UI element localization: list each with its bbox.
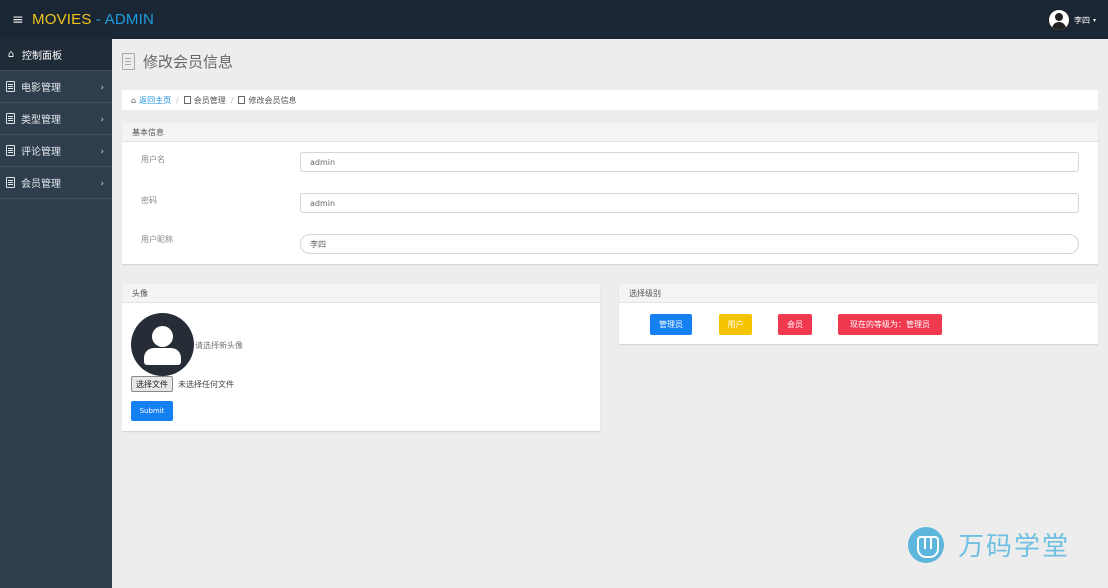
watermark: 万码学堂: [908, 526, 1070, 563]
username-label: 用户名: [141, 155, 165, 164]
avatar-image: [131, 313, 194, 376]
document-edit-icon: [238, 96, 246, 104]
home-icon: ⌂: [131, 95, 137, 105]
sidebar-item-label: 控制面板: [22, 51, 62, 62]
sidebar-item-comments[interactable]: 评论管理 ›: [0, 135, 112, 167]
breadcrumb-item-members[interactable]: 会员管理: [194, 95, 226, 106]
current-level-badge: 现在的等级为：管理员: [838, 314, 942, 335]
brand-primary: MOVIES: [32, 11, 92, 28]
password-field[interactable]: admin: [300, 193, 1079, 213]
brand-logo[interactable]: MOVIES - ADMIN: [32, 11, 154, 28]
caret-down-icon[interactable]: ▾: [1093, 17, 1096, 24]
sidebar-item-label: 会员管理: [21, 179, 61, 190]
submit-button[interactable]: Submit: [131, 401, 173, 421]
chevron-right-icon: ›: [100, 179, 104, 189]
panel-heading: 头像: [122, 284, 600, 303]
watermark-text: 万码学堂: [958, 532, 1071, 562]
chevron-right-icon: ›: [100, 115, 104, 125]
sidebar-item-dashboard[interactable]: ⌂ 控制面板: [0, 39, 112, 71]
nickname-label: 用户昵称: [141, 235, 173, 244]
panel-heading: 选择级别: [619, 284, 1098, 303]
user-avatar-icon[interactable]: [1047, 9, 1070, 31]
watermark-logo-icon: [908, 526, 944, 563]
chevron-right-icon: ›: [100, 83, 104, 93]
level-user-button[interactable]: 用户: [719, 314, 752, 335]
sidebar-item-members[interactable]: 会员管理 ›: [0, 167, 112, 199]
panel-heading: 基本信息: [122, 123, 1098, 142]
choose-file-button[interactable]: 选择文件: [131, 376, 173, 392]
page-title: 修改会员信息: [122, 51, 233, 72]
basic-info-panel: 基本信息 用户名 admin 密码 admin 用户昵称 李四: [122, 123, 1098, 264]
page-title-text: 修改会员信息: [143, 53, 234, 71]
avatar-hint: 请选择新头像: [195, 341, 243, 350]
breadcrumb-item-current: 修改会员信息: [248, 95, 297, 105]
username-field[interactable]: admin: [300, 152, 1079, 172]
document-icon: [6, 81, 15, 92]
sidebar-item-movies[interactable]: 电影管理 ›: [0, 71, 112, 103]
breadcrumb-separator: /: [176, 95, 179, 105]
breadcrumb-separator: /: [230, 95, 234, 105]
password-label: 密码: [141, 196, 157, 205]
document-icon: [6, 177, 15, 188]
sidebar-item-label: 评论管理: [21, 147, 61, 158]
brand-separator: -: [91, 11, 105, 28]
breadcrumb: ⌂ 返回主页 / 会员管理 / 修改会员信息: [122, 90, 1098, 110]
nickname-field[interactable]: 李四: [300, 234, 1079, 254]
main-content: 修改会员信息 ⌂ 返回主页 / 会员管理 / 修改会员信息 基本信息 用户名 a…: [112, 39, 1108, 588]
level-admin-button[interactable]: 管理员: [650, 314, 692, 335]
sidebar-item-types[interactable]: 类型管理 ›: [0, 103, 112, 135]
menu-icon[interactable]: ≡: [12, 12, 26, 28]
top-navbar: ≡ MOVIES - ADMIN 李四 ▾: [0, 0, 1108, 39]
user-name[interactable]: 李四: [1074, 15, 1090, 26]
home-icon: ⌂: [7, 48, 15, 60]
breadcrumb-home-link[interactable]: 返回主页: [139, 95, 171, 106]
document-icon: [6, 113, 15, 124]
level-panel: 选择级别 管理员 用户 会员 现在的等级为：管理员: [619, 284, 1098, 344]
level-member-button[interactable]: 会员: [778, 314, 812, 335]
document-icon: [122, 53, 135, 70]
sidebar-item-label: 类型管理: [21, 115, 61, 126]
document-icon: [6, 145, 15, 156]
file-status: 未选择任何文件: [178, 380, 234, 389]
user-menu[interactable]: 李四 ▾: [1047, 9, 1096, 31]
sidebar-item-label: 电影管理: [21, 83, 61, 94]
sidebar: ⌂ 控制面板 电影管理 › 类型管理 › 评论管理 › 会员管理 ›: [0, 39, 112, 588]
brand-secondary: ADMIN: [104, 11, 154, 28]
chevron-right-icon: ›: [100, 147, 104, 157]
avatar-panel: 头像 请选择新头像 选择文件 未选择任何文件 Submit: [122, 284, 600, 431]
document-icon: [183, 96, 191, 104]
